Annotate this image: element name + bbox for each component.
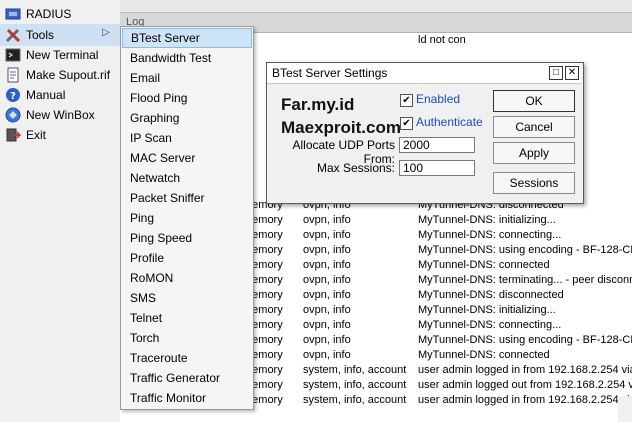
log-topics-cell: ovpn, info [303, 214, 351, 226]
authenticate-label: Authenticate [416, 115, 483, 129]
radius-icon [5, 6, 21, 22]
log-message-cell: MyTunnel-DNS: using encoding - BF-128-CB… [418, 244, 632, 256]
supout-icon [5, 67, 21, 83]
sidebar-item-label: New Terminal [26, 48, 99, 62]
log-message-cell: ld not con [418, 34, 466, 46]
menu-item-flood-ping[interactable]: Flood Ping [122, 88, 252, 108]
log-toolbar [120, 0, 632, 13]
log-topics-cell: ovpn, info [303, 244, 351, 256]
log-message-cell: MyTunnel-DNS: initializing... [418, 214, 556, 226]
tools-submenu: BTest Server Bandwidth Test Email Flood Pin… [120, 26, 254, 410]
sidebar-item-label: Tools [26, 28, 55, 42]
exit-icon [5, 127, 21, 143]
menu-item-graphing[interactable]: Graphing [122, 108, 252, 128]
log-message-cell: MyTunnel-DNS: connected [418, 349, 550, 361]
menu-item-profile[interactable]: Profile [122, 248, 252, 268]
log-topics-cell: ovpn, info [303, 349, 351, 361]
sidebar-item-new-terminal[interactable]: New Terminal [0, 45, 120, 65]
svg-text:?: ? [10, 91, 16, 102]
sidebar-item-manual[interactable]: ? Manual [0, 85, 120, 105]
sessions-button[interactable]: Sessions [493, 172, 575, 194]
menu-item-traffic-monitor[interactable]: Traffic Monitor [122, 388, 252, 408]
menu-item-mac-server[interactable]: MAC Server [122, 148, 252, 168]
enabled-label: Enabled [416, 92, 461, 106]
log-message-cell: user admin logged in from 192.168.2.254 … [418, 364, 632, 376]
log-message-cell: user admin logged out from 192.168.2.254… [418, 379, 632, 391]
menu-item-packet-sniffer[interactable]: Packet Sniffer [122, 188, 252, 208]
dialog-titlebar[interactable]: BTest Server Settings □ ✕ [267, 63, 581, 84]
watermark-line1: Far.my.id [281, 95, 355, 114]
authenticate-checkbox[interactable]: ✔ [400, 117, 413, 130]
sidebar-item-new-winbox[interactable]: New WinBox [0, 105, 120, 125]
terminal-icon [5, 47, 21, 63]
log-message-cell: MyTunnel-DNS: connected [418, 259, 550, 271]
tools-icon [5, 27, 21, 43]
ok-button[interactable]: OK [493, 90, 575, 112]
help-icon: ? [5, 87, 21, 103]
log-topics-cell: ovpn, info [303, 274, 351, 286]
menu-item-romon[interactable]: RoMON [122, 268, 252, 288]
scrollbar[interactable] [618, 396, 632, 422]
sidebar-item-label: New WinBox [26, 108, 95, 122]
log-topics-cell: ovpn, info [303, 319, 351, 331]
log-message-cell: MyTunnel-DNS: using encoding - BF-128-CB… [418, 334, 632, 346]
menu-item-btest-server[interactable]: BTest Server [122, 28, 252, 48]
menu-item-email[interactable]: Email [122, 68, 252, 88]
log-message-cell: MyTunnel-DNS: initializing... [418, 304, 556, 316]
sidebar-item-tools[interactable]: Tools ▷ [0, 24, 120, 46]
log-topics-cell: ovpn, info [303, 304, 351, 316]
log-topics-cell: ovpn, info [303, 229, 351, 241]
sidebar-item-exit[interactable]: Exit [0, 125, 120, 145]
max-sessions-label: Max Sessions: [316, 161, 395, 175]
sidebar-item-label: Make Supout.rif [26, 68, 111, 82]
sidebar-item-radius[interactable]: RADIUS [0, 4, 120, 24]
menu-item-netwatch[interactable]: Netwatch [122, 168, 252, 188]
apply-button[interactable]: Apply [493, 142, 575, 164]
log-message-cell: user admin logged in from 192.168.2.254 … [418, 394, 632, 406]
dialog-title: BTest Server Settings [272, 66, 388, 80]
log-topics-cell: system, info, account [303, 394, 407, 406]
log-topics-cell: system, info, account [303, 364, 407, 376]
enabled-checkbox[interactable]: ✔ [400, 94, 413, 107]
menu-item-torch[interactable]: Torch [122, 328, 252, 348]
winbox-icon [5, 107, 21, 123]
log-message-cell: MyTunnel-DNS: terminating... - peer disc… [418, 274, 632, 286]
menu-item-ping-speed[interactable]: Ping Speed [122, 228, 252, 248]
max-sessions-input[interactable] [399, 160, 475, 176]
watermark-line2: Maexproit.com [281, 118, 401, 137]
close-icon[interactable]: ✕ [565, 66, 579, 80]
sidebar-item-label: Exit [26, 128, 47, 142]
log-message-cell: MyTunnel-DNS: disconnected [418, 289, 564, 301]
udp-ports-input[interactable] [399, 137, 475, 153]
log-topics-cell: ovpn, info [303, 259, 351, 271]
sidebar-item-make-supout[interactable]: Make Supout.rif [0, 65, 120, 85]
sidebar-item-label: Manual [26, 88, 66, 102]
menu-item-bandwidth-test[interactable]: Bandwidth Test [122, 48, 252, 68]
log-message-cell: MyTunnel-DNS: connecting... [418, 229, 562, 241]
menu-item-ping[interactable]: Ping [122, 208, 252, 228]
menu-item-telnet[interactable]: Telnet [122, 308, 252, 328]
submenu-arrow-icon: ▷ [102, 27, 110, 38]
log-topics-cell: ovpn, info [303, 334, 351, 346]
restore-icon[interactable]: □ [549, 66, 563, 80]
log-message-cell: MyTunnel-DNS: connecting... [418, 319, 562, 331]
cancel-button[interactable]: Cancel [493, 116, 575, 138]
menu-item-ip-scan[interactable]: IP Scan [122, 128, 252, 148]
sidebar: RADIUS Tools ▷ New Terminal Make Supout.… [0, 0, 121, 422]
sidebar-item-label: RADIUS [26, 7, 72, 21]
log-topics-cell: system, info, account [303, 379, 407, 391]
menu-item-traceroute[interactable]: Traceroute [122, 348, 252, 368]
menu-item-traffic-generator[interactable]: Traffic Generator [122, 368, 252, 388]
log-topics-cell: ovpn, info [303, 289, 351, 301]
btest-server-settings-dialog: BTest Server Settings □ ✕ Far.my.id Maex… [266, 62, 584, 204]
menu-item-sms[interactable]: SMS [122, 288, 252, 308]
